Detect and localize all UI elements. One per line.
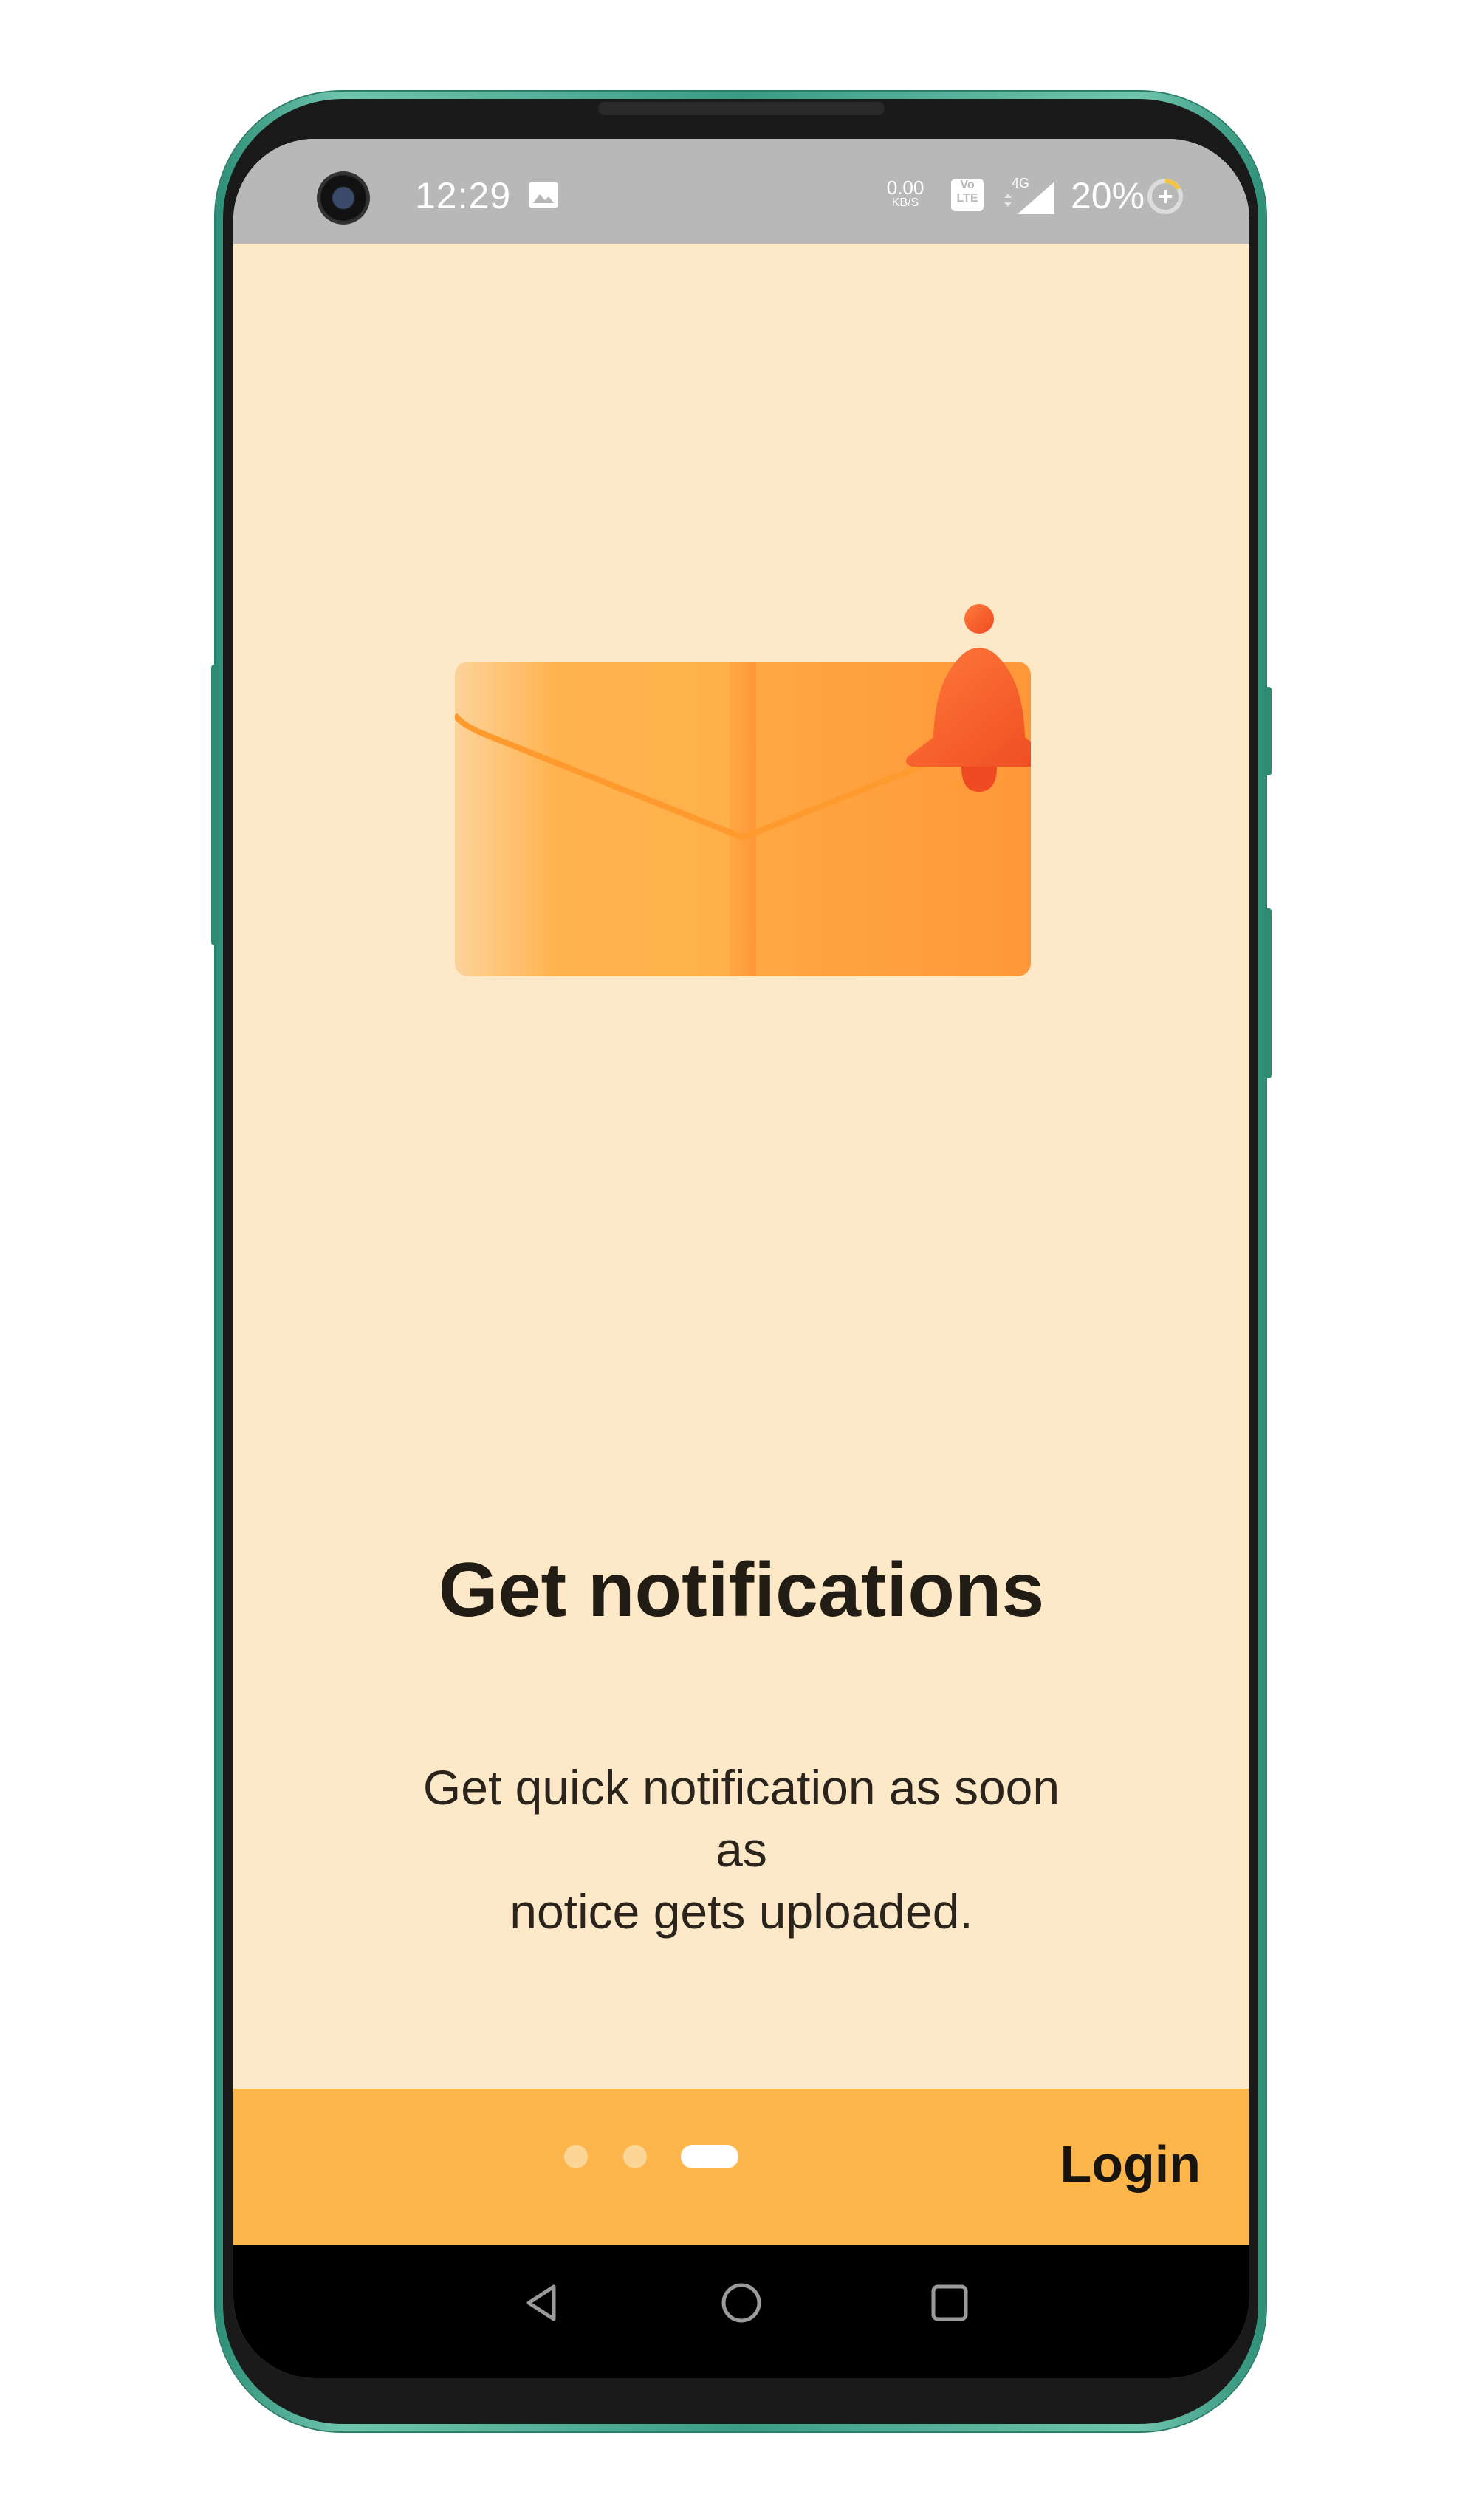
volume-button [211, 665, 219, 945]
network-type-label: 4G [1012, 176, 1029, 191]
page-indicator-dot-3-active[interactable] [681, 2145, 738, 2168]
recent-apps-icon[interactable] [927, 2281, 972, 2325]
battery-percentage: 20% [1071, 175, 1145, 216]
battery-charging-icon [1147, 179, 1183, 214]
login-button[interactable]: Login [1038, 2134, 1201, 2194]
alert-slider [1264, 687, 1272, 775]
volte-label-bottom: LTE [956, 192, 978, 205]
page-indicator-dot-1[interactable] [564, 2145, 588, 2168]
onboarding-title: Get notifications [438, 1547, 1045, 1633]
back-icon[interactable] [520, 2281, 564, 2325]
power-button [1264, 908, 1272, 1078]
camera-icon [317, 171, 370, 225]
volte-icon: Vo LTE [951, 179, 984, 211]
home-icon[interactable] [719, 2281, 764, 2325]
status-bar: 12:29 0.00 KB/S Vo LTE 4G 20% [233, 139, 1249, 244]
image-icon [529, 182, 558, 208]
onboarding-description: Get quick notification as soon as notice… [422, 1760, 1060, 1939]
volte-label-top: Vo [960, 179, 975, 191]
status-time: 12:29 [415, 175, 512, 216]
phone-screen: 12:29 0.00 KB/S Vo LTE 4G 20% Get notifi… [233, 139, 1249, 2378]
network-speed: 0.00 KB/S [882, 177, 929, 210]
envelope-with-bell-icon [455, 604, 1031, 976]
page-indicator-dot-2[interactable] [623, 2145, 647, 2168]
signal-icon: 4G [1004, 176, 1054, 214]
network-speed-value: 0.00 [886, 177, 924, 199]
earpiece-speaker [598, 102, 885, 115]
